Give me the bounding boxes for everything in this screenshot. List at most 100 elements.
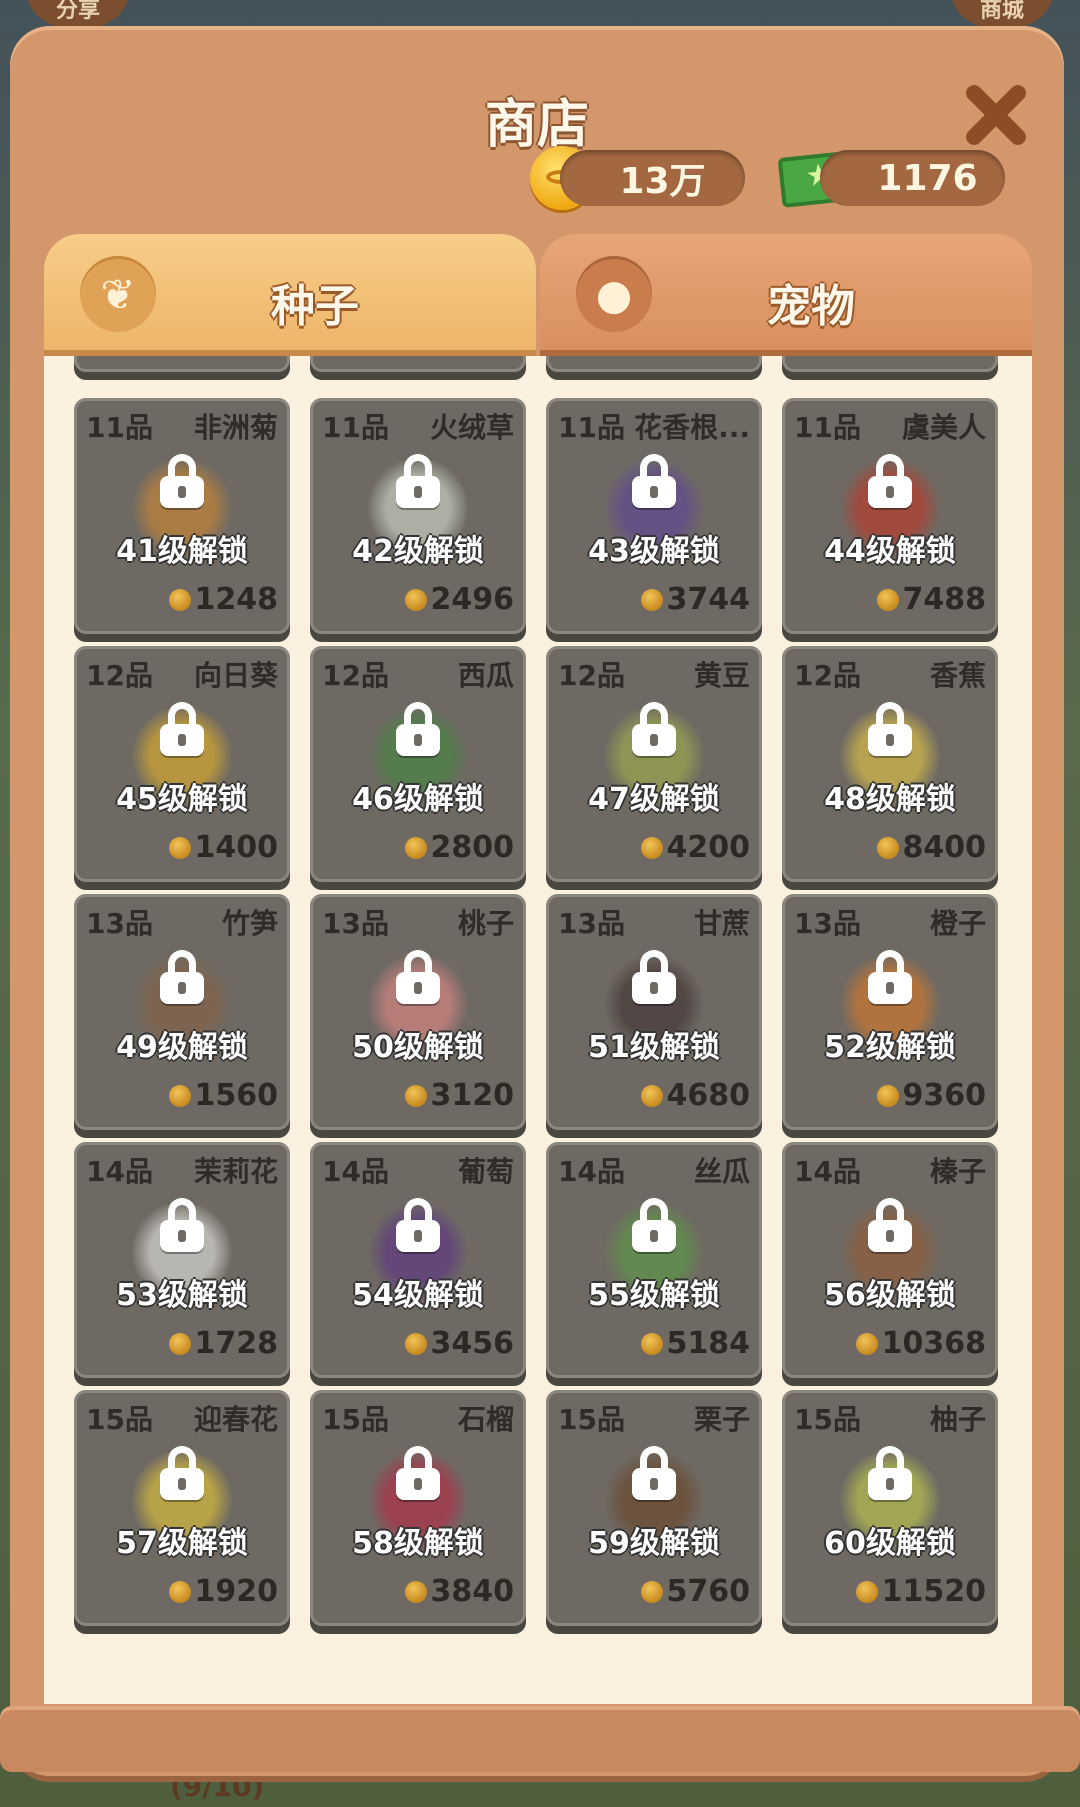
seed-card[interactable]: 14品 茉莉花 53级解锁 1728	[74, 1142, 290, 1378]
lock-icon	[868, 454, 912, 508]
coin-icon	[404, 836, 427, 859]
unlock-level: 41级解锁	[116, 534, 248, 569]
seed-card[interactable]: 6720	[782, 356, 998, 372]
seed-price-value: 8400	[902, 830, 987, 865]
seed-grade: 14品	[322, 1155, 389, 1188]
tab-pets-label: 宠物	[767, 281, 855, 332]
seed-price-value: 1248	[194, 582, 279, 617]
seed-card[interactable]: 14品 葡萄 54级解锁 3456	[310, 1142, 526, 1378]
seed-price: 5760	[640, 1574, 750, 1609]
seed-name: 非洲菊	[193, 411, 278, 444]
seed-grade: 12品	[794, 659, 861, 692]
coin-icon	[404, 1084, 427, 1107]
seed-name: 虞美人	[901, 411, 986, 444]
seed-price-value: 3840	[430, 1574, 515, 1609]
seed-row: 14品 茉莉花 53级解锁 1728 14品 葡萄 54级解锁 3456 14品 丝瓜 55级解锁 5…	[74, 1142, 1004, 1378]
seed-price: 1560	[168, 1078, 278, 1113]
seed-card[interactable]: 13品 甘蔗 51级解锁 4680	[546, 894, 762, 1130]
seed-grade: 14品	[86, 1155, 153, 1188]
seed-card[interactable]: 13品 橙子 52级解锁 9360	[782, 894, 998, 1130]
close-icon[interactable]	[958, 78, 1030, 150]
lock-icon	[396, 1446, 440, 1500]
seed-card[interactable]: 15品 迎春花 57级解锁 1920	[74, 1390, 290, 1626]
seed-card[interactable]: 13品 竹笋 49级解锁 1560	[74, 894, 290, 1130]
seed-price-value: 1120	[195, 356, 279, 359]
lock-icon	[160, 702, 204, 756]
unlock-level: 47级解锁	[588, 782, 720, 817]
seed-price-value: 2496	[430, 582, 515, 617]
seed-card[interactable]: 11品 花香根... 43级解锁 3744	[546, 398, 762, 634]
seed-price-value: 5184	[666, 1326, 751, 1361]
unlock-level: 46级解锁	[352, 782, 484, 817]
seed-card[interactable]: 2240	[310, 356, 526, 372]
unlock-level: 43级解锁	[588, 534, 720, 569]
tab-pets[interactable]: ● 宠物	[540, 234, 1032, 350]
seed-price: 3744	[640, 582, 750, 617]
lock-icon	[160, 1198, 204, 1252]
seed-name: 橙子	[929, 907, 986, 940]
seed-card[interactable]: 3360	[546, 356, 762, 372]
seed-card[interactable]: 15品 栗子 59级解锁 5760	[546, 1390, 762, 1626]
seed-card[interactable]: 11品 虞美人 44级解锁 7488	[782, 398, 998, 634]
seed-grade: 15品	[558, 1403, 625, 1436]
seed-card[interactable]: 14品 丝瓜 55级解锁 5184	[546, 1142, 762, 1378]
seed-price: 3456	[404, 1326, 514, 1361]
seed-card[interactable]: 13品 桃子 50级解锁 3120	[310, 894, 526, 1130]
unlock-level: 52级解锁	[824, 1030, 956, 1065]
lock-icon	[632, 702, 676, 756]
coin-icon	[640, 1332, 663, 1355]
seed-name: 栗子	[693, 1403, 750, 1436]
seed-list[interactable]: 1120 2240 3360 6720 11品 非洲菊 41级解锁 1248 11品 火绒草 42级…	[44, 356, 1032, 1704]
dialog-bottom-edge	[0, 1710, 1080, 1772]
unlock-level: 55级解锁	[588, 1278, 720, 1313]
seed-card[interactable]: 15品 柚子 60级解锁 11520	[782, 1390, 998, 1626]
seed-price-value: 4680	[666, 1078, 751, 1113]
seed-card[interactable]: 15品 石榴 58级解锁 3840	[310, 1390, 526, 1626]
seed-card[interactable]: 12品 香蕉 48级解锁 8400	[782, 646, 998, 882]
coin-amount: 13万	[619, 161, 706, 202]
seed-card[interactable]: 12品 黄豆 47级解锁 4200	[546, 646, 762, 882]
seed-price-value: 4200	[666, 830, 751, 865]
seed-row: 12品 向日葵 45级解锁 1400 12品 西瓜 46级解锁 2800 12品 黄豆 47级解锁 4…	[74, 646, 1004, 882]
seed-price: 2800	[404, 830, 515, 865]
seed-grade: 11品	[86, 411, 153, 444]
seed-price: 4200	[640, 830, 751, 865]
seed-grade: 15品	[86, 1403, 153, 1436]
seed-price: 6720	[877, 356, 987, 359]
seed-price: 3840	[404, 1574, 515, 1609]
seed-price: 2240	[405, 356, 515, 359]
seed-grade: 13品	[322, 907, 389, 940]
seed-grade: 14品	[794, 1155, 861, 1188]
lock-icon	[868, 702, 912, 756]
seed-price-value: 2800	[430, 830, 515, 865]
seed-price: 4680	[640, 1078, 751, 1113]
seed-name: 榛子	[929, 1155, 986, 1188]
unlock-level: 48级解锁	[824, 782, 956, 817]
seed-price: 10368	[855, 1326, 986, 1361]
coin-icon	[876, 836, 899, 859]
unlock-level: 44级解锁	[824, 534, 956, 569]
lock-icon	[632, 950, 676, 1004]
seed-card[interactable]: 14品 榛子 56级解锁 10368	[782, 1142, 998, 1378]
seed-name: 竹笋	[221, 907, 278, 940]
unlock-level: 53级解锁	[116, 1278, 248, 1313]
seed-name: 葡萄	[457, 1155, 514, 1188]
seed-card[interactable]: 1120	[74, 356, 290, 372]
seed-price: 3360	[641, 356, 751, 359]
tab-seeds[interactable]: ❦ 种子	[44, 234, 536, 350]
seed-card[interactable]: 11品 非洲菊 41级解锁 1248	[74, 398, 290, 634]
lock-icon	[632, 454, 676, 508]
seed-card[interactable]: 12品 向日葵 45级解锁 1400	[74, 646, 290, 882]
lock-icon	[868, 1198, 912, 1252]
unlock-level: 45级解锁	[116, 782, 248, 817]
unlock-level: 50级解锁	[352, 1030, 484, 1065]
seed-grade: 13品	[794, 907, 861, 940]
lock-icon	[396, 454, 440, 508]
share-label: 分享	[55, 0, 100, 23]
seed-name: 花香根...	[634, 411, 750, 444]
seed-card[interactable]: 11品 火绒草 42级解锁 2496	[310, 398, 526, 634]
lock-icon	[868, 950, 912, 1004]
unlock-level: 58级解锁	[352, 1526, 484, 1561]
seed-card[interactable]: 12品 西瓜 46级解锁 2800	[310, 646, 526, 882]
lock-icon	[396, 702, 440, 756]
